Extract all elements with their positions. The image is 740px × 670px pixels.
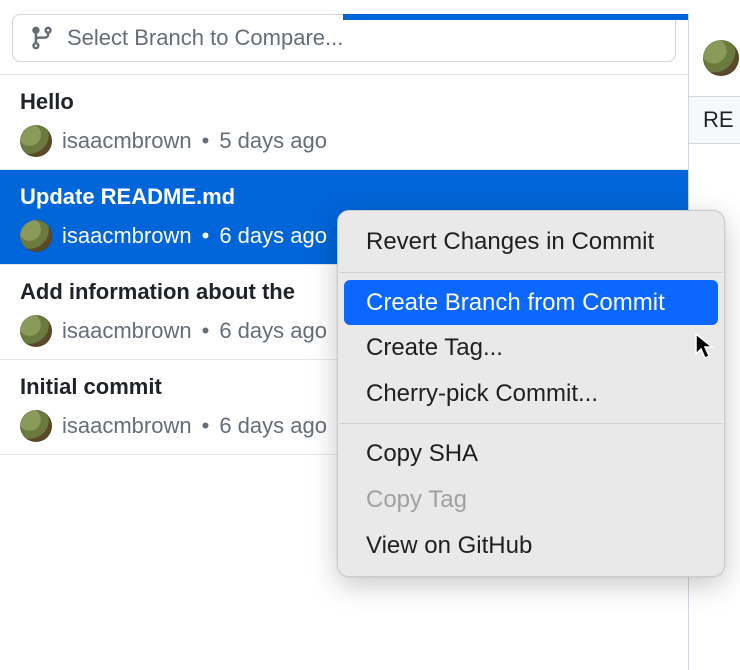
menu-cherry-pick[interactable]: Cherry-pick Commit... (344, 371, 718, 417)
menu-revert-changes[interactable]: Revert Changes in Commit (344, 219, 718, 265)
separator-dot: • (202, 318, 210, 344)
avatar[interactable] (703, 40, 739, 76)
separator-dot: • (202, 128, 210, 154)
menu-view-github[interactable]: View on GitHub (344, 523, 718, 569)
menu-separator (340, 423, 722, 424)
commit-time: 6 days ago (219, 318, 327, 344)
avatar (20, 315, 52, 347)
avatar (20, 410, 52, 442)
commit-time: 6 days ago (219, 413, 327, 439)
separator-dot: • (202, 223, 210, 249)
avatar (20, 125, 52, 157)
menu-copy-sha[interactable]: Copy SHA (344, 431, 718, 477)
menu-separator (340, 272, 722, 273)
menu-copy-tag: Copy Tag (344, 477, 718, 523)
commit-item[interactable]: Hello isaacmbrown • 5 days ago (0, 75, 688, 170)
menu-create-branch[interactable]: Create Branch from Commit (344, 280, 718, 326)
commit-meta: isaacmbrown • 5 days ago (20, 125, 668, 157)
avatar (20, 220, 52, 252)
commit-author: isaacmbrown (62, 318, 192, 344)
menu-create-tag[interactable]: Create Tag... (344, 325, 718, 371)
active-tab-underline (343, 14, 688, 20)
file-tab-label: RE (703, 107, 734, 133)
branch-selector-placeholder: Select Branch to Compare... (67, 25, 343, 51)
commit-time: 6 days ago (219, 223, 327, 249)
commit-author: isaacmbrown (62, 413, 192, 439)
separator-dot: • (202, 413, 210, 439)
file-tab[interactable]: RE (689, 96, 740, 144)
commit-time: 5 days ago (219, 128, 327, 154)
commit-title: Hello (20, 89, 668, 115)
commit-title: Update README.md (20, 184, 668, 210)
context-menu: Revert Changes in Commit Create Branch f… (337, 210, 725, 577)
commit-author: isaacmbrown (62, 128, 192, 154)
commit-author: isaacmbrown (62, 223, 192, 249)
branch-compare-selector[interactable]: Select Branch to Compare... (12, 14, 676, 62)
git-branch-icon (29, 25, 55, 51)
